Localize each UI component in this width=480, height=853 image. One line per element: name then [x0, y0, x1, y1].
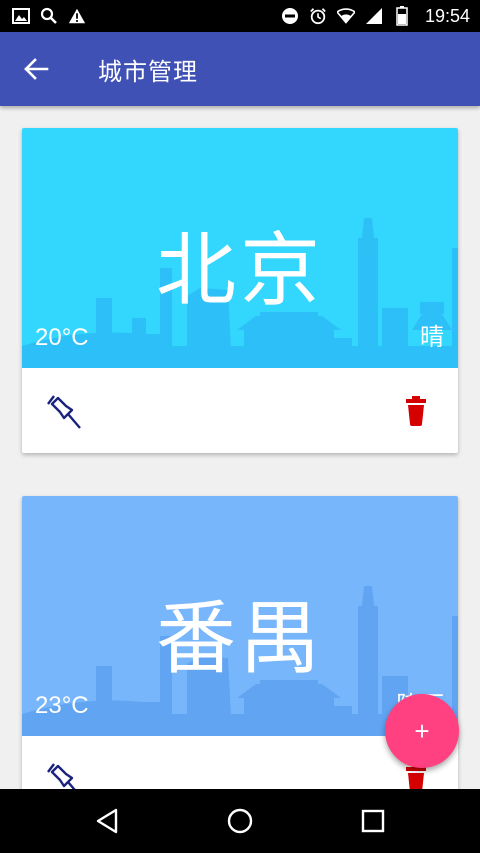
pin-button[interactable]: [44, 760, 84, 789]
nav-home-button[interactable]: [210, 789, 270, 853]
image-icon: [12, 7, 30, 25]
nav-back-button[interactable]: [77, 789, 137, 853]
battery-icon: [393, 6, 411, 26]
city-weather: 晴: [420, 323, 444, 351]
city-banner[interactable]: 北京 20°C 晴: [22, 128, 458, 368]
page-title: 城市管理: [98, 57, 198, 86]
status-time: 19:54: [424, 5, 470, 26]
recents-square-icon: [362, 809, 385, 833]
add-city-button[interactable]: +: [385, 694, 459, 768]
navigation-bar: [0, 789, 480, 853]
status-bar: 19:54: [0, 0, 480, 32]
back-button[interactable]: [0, 32, 72, 106]
wifi-icon: [336, 7, 355, 25]
city-list[interactable]: 北京 20°C 晴 番禺 23°C: [0, 106, 480, 789]
city-card[interactable]: 北京 20°C 晴: [22, 128, 458, 453]
trash-icon: [406, 396, 426, 426]
city-name: 北京: [156, 224, 324, 317]
signal-icon: [365, 7, 383, 25]
city-banner[interactable]: 番禺 23°C 阵雨: [22, 496, 458, 736]
city-name: 番禺: [156, 592, 324, 685]
card-actions: [22, 368, 458, 453]
app-bar: 城市管理: [0, 32, 480, 106]
delete-button[interactable]: [402, 396, 430, 426]
arrow-back-icon: [24, 58, 49, 80]
warning-icon: [68, 7, 86, 25]
search-icon: [40, 7, 58, 25]
back-triangle-icon: [96, 808, 117, 834]
pin-button[interactable]: [44, 392, 84, 432]
city-temperature: 20°C: [35, 324, 89, 351]
city-temperature: 23°C: [35, 692, 89, 719]
pushpin-icon: [47, 763, 76, 789]
home-circle-icon: [227, 808, 253, 834]
dnd-icon: [281, 7, 299, 25]
alarm-icon: [309, 7, 327, 25]
pushpin-icon: [47, 395, 81, 429]
nav-recents-button[interactable]: [343, 789, 403, 853]
